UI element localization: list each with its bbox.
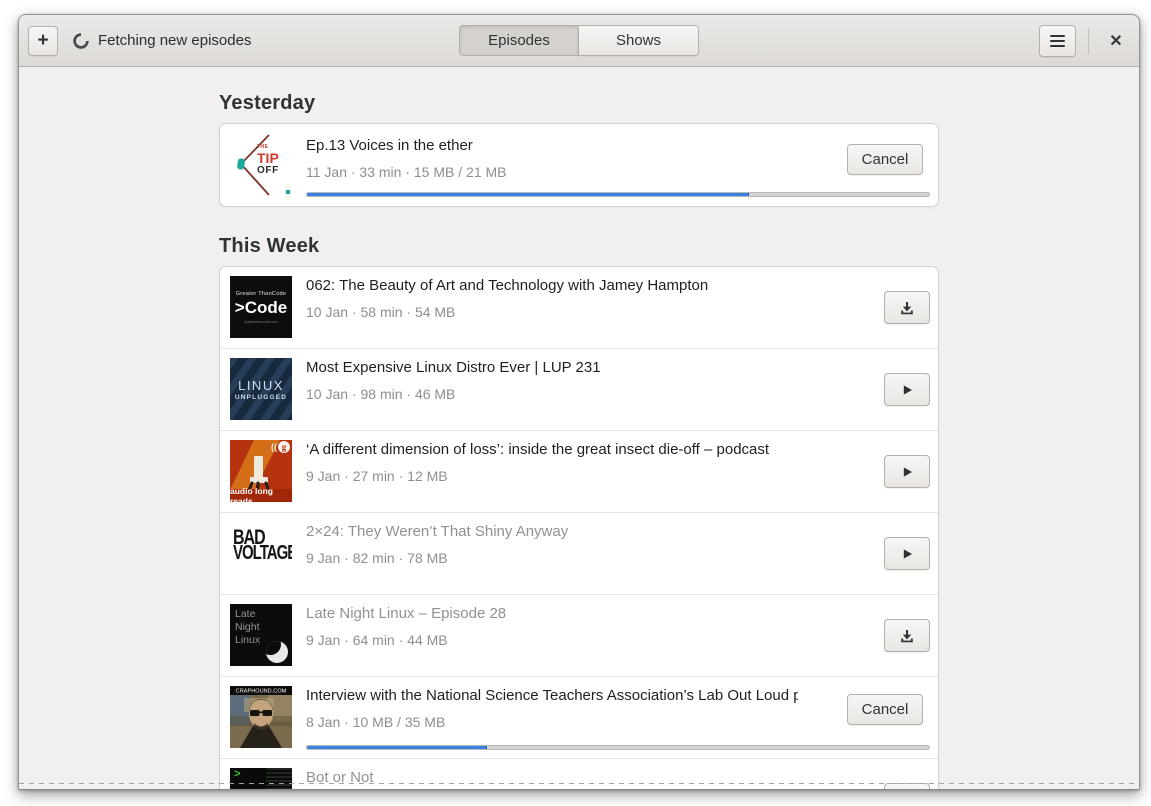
episode-title: 062: The Beauty of Art and Technology wi…: [306, 277, 709, 294]
tab-episodes[interactable]: Episodes: [459, 25, 579, 56]
status-text: Fetching new episodes: [98, 32, 252, 49]
download-progress-fill: [307, 746, 488, 749]
episode-row[interactable]: BAD VOLTAGE 2×24: They Weren’t That Shiny …: [220, 512, 938, 594]
app-window: + Fetching new episodes Episodes Shows ✕…: [18, 14, 1140, 790]
episode-title: Ep.13 Voices in the ether: [306, 137, 473, 154]
download-episode-button[interactable]: [884, 291, 930, 324]
section-title: This Week: [219, 235, 320, 257]
play-icon: [903, 466, 912, 477]
header-right-group: ✕: [1039, 24, 1130, 57]
episode-row[interactable]: LINUX UNPLUGGED Most Expensive Linux Distr…: [220, 348, 938, 430]
show-cover-irl: >IRLsp: [230, 768, 292, 789]
close-window-button[interactable]: ✕: [1102, 27, 1130, 55]
cancel-download-button[interactable]: Cancel: [847, 144, 923, 175]
download-episode-button[interactable]: [884, 619, 930, 652]
episode-title: Late Night Linux – Episode 28: [306, 605, 507, 622]
spinner-icon: [73, 32, 89, 49]
hamburger-menu-icon: [1050, 34, 1065, 37]
episode-metadata: 10 Jan · 58 min · 54 MB: [306, 304, 456, 320]
show-cover-bad-voltage: BAD VOLTAGE: [230, 522, 292, 584]
show-cover-late-night-linux: Late Night Linux: [230, 604, 292, 666]
episode-title: 2×24: They Weren’t That Shiny Anyway: [306, 523, 569, 540]
hamburger-menu-button[interactable]: [1039, 24, 1076, 57]
add-podcast-button[interactable]: +: [28, 25, 58, 56]
episode-metadata: 10 Jan · 98 min · 46 MB: [306, 386, 456, 402]
episodes-column: Yesterday THE TIP OFF Ep.13 Voices in the et…: [219, 67, 939, 789]
scroll-undershoot-indicator: [19, 783, 1139, 784]
episode-metadata: 11 Jan · 33 min · 15 MB / 21 MB: [306, 164, 507, 180]
show-cover-linux-unplugged: LINUX UNPLUGGED: [230, 358, 292, 420]
download-icon: [901, 301, 913, 314]
download-progress-bar: [306, 192, 930, 197]
header-bar: + Fetching new episodes Episodes Shows ✕: [19, 15, 1139, 67]
show-cover-greater-than-code: Greater ThanCode >Code greaterthancode.com: [230, 276, 292, 338]
episode-row[interactable]: ((g audio long reads ‘A different dimensio…: [220, 430, 938, 512]
show-cover-craphound: CRAPHOUND.COM: [230, 686, 292, 748]
show-cover-audio-long-reads: ((g audio long reads: [230, 440, 292, 502]
svg-text:CRAPHOUND.COM: CRAPHOUND.COM: [236, 689, 287, 695]
play-episode-button[interactable]: [884, 373, 930, 406]
episode-title: ‘A different dimension of loss’: inside …: [306, 441, 770, 458]
episode-metadata: 9 Jan · 27 min · 12 MB: [306, 468, 448, 484]
play-episode-button[interactable]: [884, 455, 930, 488]
section-title: Yesterday: [219, 92, 316, 114]
episodes-view: Yesterday THE TIP OFF Ep.13 Voices in the et…: [19, 67, 1139, 789]
episode-card: Greater ThanCode >Code greaterthancode.com…: [219, 266, 939, 789]
play-icon: [903, 548, 912, 559]
download-icon: [901, 629, 913, 642]
episode-row[interactable]: CRAPHOUND.COM Interview with the National…: [220, 676, 938, 758]
header-separator: [1088, 27, 1089, 54]
episode-row[interactable]: Greater ThanCode >Code greaterthancode.com…: [220, 267, 938, 348]
episode-metadata: 8 Jan · 10 MB / 35 MB: [306, 714, 446, 730]
tab-shows[interactable]: Shows: [579, 25, 699, 56]
episode-card: THE TIP OFF Ep.13 Voices in the ether 11 Jan…: [219, 123, 939, 207]
download-progress-bar: [306, 745, 930, 750]
cancel-download-button[interactable]: Cancel: [847, 694, 923, 725]
crescent-moon-icon: [266, 641, 288, 663]
download-progress-fill: [307, 193, 749, 196]
craphound-photo: CRAPHOUND.COM: [230, 686, 292, 748]
episode-row[interactable]: Late Night Linux Late Night Linux – Episo…: [220, 594, 938, 676]
episode-metadata: 9 Jan · 82 min · 78 MB: [306, 550, 448, 566]
episode-metadata: 9 Jan · 64 min · 44 MB: [306, 632, 448, 648]
episode-title: Most Expensive Linux Distro Ever | LUP 2…: [306, 359, 601, 376]
view-switcher: Episodes Shows: [459, 25, 699, 56]
play-icon: [903, 384, 912, 395]
show-cover-the-tip-off: THE TIP OFF: [230, 134, 292, 196]
play-episode-button[interactable]: [884, 537, 930, 570]
episode-row[interactable]: >IRLspBot or Not: [220, 758, 938, 789]
episode-title: Interview with the National Science Teac…: [306, 687, 798, 704]
episode-row[interactable]: THE TIP OFF Ep.13 Voices in the ether 11 Jan…: [220, 124, 938, 206]
